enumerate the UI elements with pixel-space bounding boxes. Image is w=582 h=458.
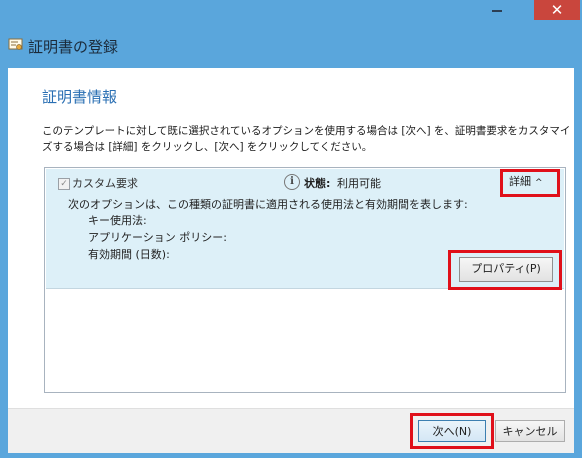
next-button[interactable]: 次へ(N) [418, 420, 486, 442]
request-title: カスタム要求 [72, 177, 138, 190]
application-policy-label: アプリケーション ポリシー: [88, 231, 227, 244]
window-title: 証明書の登録 [28, 38, 119, 56]
button-bar [8, 408, 574, 453]
page-description: このテンプレートに対して既に選択されているオプションを使用する場合は [次へ] … [42, 125, 571, 153]
status-label: 状態: [304, 177, 331, 190]
certificate-request-list[interactable]: ✓ カスタム要求 i 状態: 利用可能 詳細 ^ 次のオプションは、この種類の証明… [44, 167, 566, 393]
list-item[interactable]: ✓ カスタム要求 i 状態: 利用可能 詳細 ^ 次のオプションは、この種類の証明… [46, 169, 564, 288]
minimize-button[interactable] [483, 0, 511, 20]
page-title: 証明書情報 [42, 88, 118, 106]
cancel-button[interactable]: キャンセル [495, 420, 565, 442]
info-icon: i [284, 174, 300, 190]
close-icon: ✕ [550, 1, 564, 19]
certificate-icon [8, 38, 23, 50]
close-button[interactable]: ✕ [534, 0, 580, 20]
request-description: 次のオプションは、この種類の証明書に適用される使用法と有効期間を表します: [68, 198, 468, 211]
properties-button[interactable]: プロパティ(P) [459, 257, 553, 282]
custom-request-checkbox[interactable]: ✓ [58, 178, 70, 190]
validity-period-label: 有効期間 (日数): [88, 248, 170, 261]
status-value: 利用可能 [337, 177, 381, 190]
key-usage-label: キー使用法: [88, 214, 147, 227]
details-label: 詳細 [509, 175, 531, 188]
check-icon: ✓ [60, 179, 68, 189]
item-divider [46, 288, 564, 289]
chevron-up-icon: ^ [535, 178, 543, 188]
details-toggle[interactable]: 詳細 ^ [509, 173, 543, 189]
